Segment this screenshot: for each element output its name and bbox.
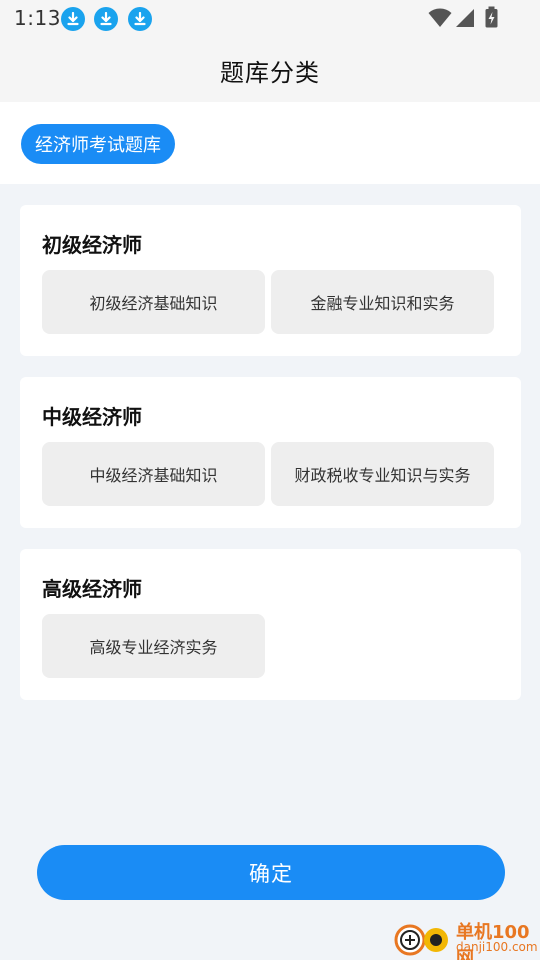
section-card-junior: 初级经济师 初级经济基础知识 金融专业知识和实务 xyxy=(20,205,521,356)
section-title: 初级经济师 xyxy=(42,233,142,257)
download-icon xyxy=(94,7,118,31)
header: 题库分类 xyxy=(0,38,540,102)
section-card-intermediate: 中级经济师 中级经济基础知识 财政税收专业知识与实务 xyxy=(20,377,521,528)
section-title: 高级经济师 xyxy=(42,577,142,601)
confirm-button[interactable]: 确定 xyxy=(37,845,505,900)
watermark-logo-icon xyxy=(394,924,448,956)
download-icon xyxy=(128,7,152,31)
page-title: 题库分类 xyxy=(220,58,320,87)
option-button[interactable]: 初级经济基础知识 xyxy=(42,270,265,334)
status-bar: 1:13 xyxy=(0,0,540,38)
section-title: 中级经济师 xyxy=(42,405,142,429)
watermark-url: danji100.com xyxy=(456,940,538,954)
status-time: 1:13 xyxy=(14,6,61,30)
watermark: 单机100网 danji100.com xyxy=(392,918,540,960)
section-card-senior: 高级经济师 高级专业经济实务 xyxy=(20,549,521,700)
download-icon xyxy=(61,7,85,31)
battery-charging-icon xyxy=(485,6,498,28)
option-button[interactable]: 金融专业知识和实务 xyxy=(271,270,494,334)
category-chip-selected[interactable]: 经济师考试题库 xyxy=(21,124,175,164)
option-button[interactable]: 中级经济基础知识 xyxy=(42,442,265,506)
option-button[interactable]: 财政税收专业知识与实务 xyxy=(271,442,494,506)
signal-icon xyxy=(456,9,474,27)
option-button[interactable]: 高级专业经济实务 xyxy=(42,614,265,678)
wifi-icon xyxy=(428,8,452,27)
category-bar: 经济师考试题库 xyxy=(0,102,540,184)
